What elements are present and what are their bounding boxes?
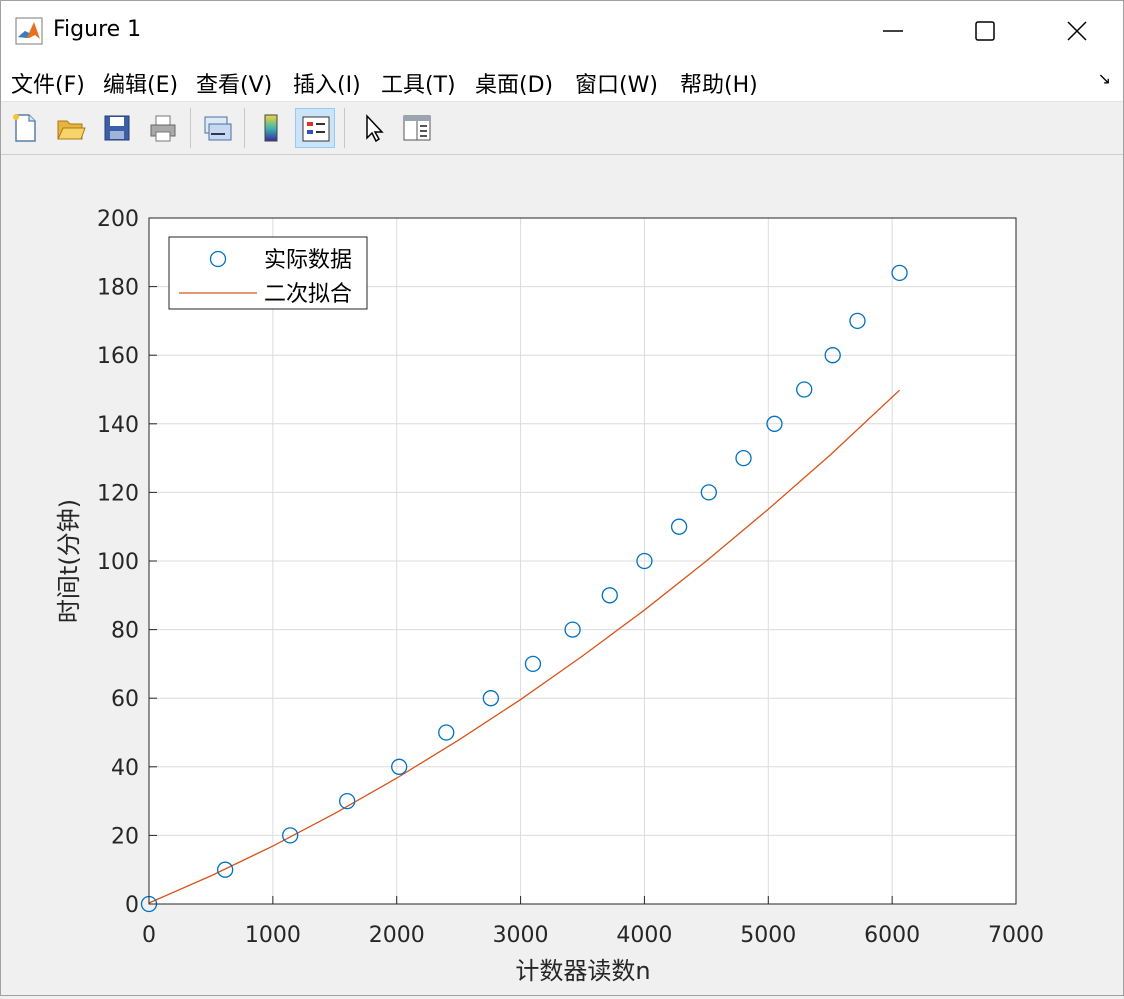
y-tick-label: 80 [111, 619, 139, 644]
close-icon [1067, 21, 1087, 41]
y-tick-label: 160 [97, 344, 139, 369]
x-tick-label: 1000 [245, 923, 301, 948]
link-plot-button[interactable] [197, 108, 237, 148]
minimize-icon [883, 30, 903, 32]
x-tick-label: 2000 [369, 923, 425, 948]
legend[interactable]: 实际数据 二次拟合 [168, 236, 368, 310]
menu-insert[interactable]: 插入(I) [293, 67, 361, 99]
save-icon [104, 115, 130, 141]
y-tick-label: 0 [125, 893, 139, 918]
dock-arrow-icon[interactable]: ↘ [1098, 69, 1111, 88]
x-tick-label: 4000 [616, 923, 672, 948]
y-tick-label: 140 [97, 413, 139, 438]
x-tick-label: 5000 [740, 923, 796, 948]
menu-view[interactable]: 查看(V) [196, 67, 272, 99]
y-tick-label: 40 [111, 756, 139, 781]
menu-file[interactable]: 文件(F) [11, 67, 85, 99]
legend-label-fit: 二次拟合 [264, 282, 352, 307]
edit-plot-icon [366, 114, 384, 143]
x-tick-label: 3000 [493, 923, 549, 948]
print-icon [150, 115, 176, 142]
y-axis-label: 时间t(分钟) [55, 499, 83, 623]
window-title: Figure 1 [53, 17, 142, 42]
x-tick-labels: 0 1000 2000 3000 4000 5000 6000 7000 [142, 923, 1044, 948]
y-tick-label: 120 [97, 481, 139, 506]
y-tick-label: 100 [97, 550, 139, 575]
menu-tools[interactable]: 工具(T) [381, 67, 456, 99]
figure-window: Figure 1 文件(F) 编辑(E) 查看(V) 插入(I) 工具(T) 桌… [0, 0, 1124, 996]
print-button[interactable] [143, 108, 183, 148]
new-figure-icon [13, 114, 36, 142]
x-axis-label: 计数器读数n [515, 957, 650, 985]
property-inspector-button[interactable] [397, 108, 437, 148]
y-tick-label: 180 [97, 276, 139, 301]
legend-label-data: 实际数据 [264, 248, 352, 273]
new-figure-button[interactable] [5, 108, 45, 148]
toolbar-separator [344, 108, 345, 148]
menu-help[interactable]: 帮助(H) [680, 67, 758, 99]
menu-edit[interactable]: 编辑(E) [103, 67, 178, 99]
toolbar-separator [244, 108, 245, 148]
edit-plot-button[interactable] [353, 108, 393, 148]
insert-legend-button[interactable] [295, 108, 335, 148]
x-tick-label: 0 [142, 923, 156, 948]
y-tick-labels: 0 20 40 60 80 100 120 140 160 180 200 [97, 207, 139, 918]
insert-colorbar-button[interactable] [251, 108, 291, 148]
open-icon [57, 120, 86, 140]
menu-window[interactable]: 窗口(W) [575, 67, 658, 99]
toolbar [1, 102, 1123, 155]
y-tick-label: 200 [97, 207, 139, 232]
plot-svg: 0 1000 2000 3000 4000 5000 6000 7000 0 20 40 60 80 1… [55, 207, 1044, 985]
minimize-button[interactable] [847, 1, 939, 61]
y-tick-label: 20 [111, 824, 139, 849]
matlab-icon [15, 17, 43, 45]
maximize-button[interactable] [939, 1, 1031, 61]
title-bar[interactable]: Figure 1 [1, 1, 1123, 61]
x-tick-label: 7000 [988, 923, 1044, 948]
menu-bar: 文件(F) 编辑(E) 查看(V) 插入(I) 工具(T) 桌面(D) 窗口(W… [1, 61, 1123, 102]
y-tick-label: 60 [111, 687, 139, 712]
property-inspector-icon [403, 115, 431, 141]
close-button[interactable] [1031, 1, 1123, 61]
toolbar-separator [190, 108, 191, 148]
figure-canvas: 0 1000 2000 3000 4000 5000 6000 7000 0 20 40 60 80 1… [1, 155, 1123, 995]
menu-desktop[interactable]: 桌面(D) [475, 67, 553, 99]
open-button[interactable] [51, 108, 91, 148]
insert-legend-icon [302, 116, 330, 142]
save-button[interactable] [97, 108, 137, 148]
x-tick-label: 6000 [864, 923, 920, 948]
insert-colorbar-icon [264, 114, 278, 142]
maximize-icon [975, 21, 995, 41]
link-plot-icon [204, 116, 232, 141]
